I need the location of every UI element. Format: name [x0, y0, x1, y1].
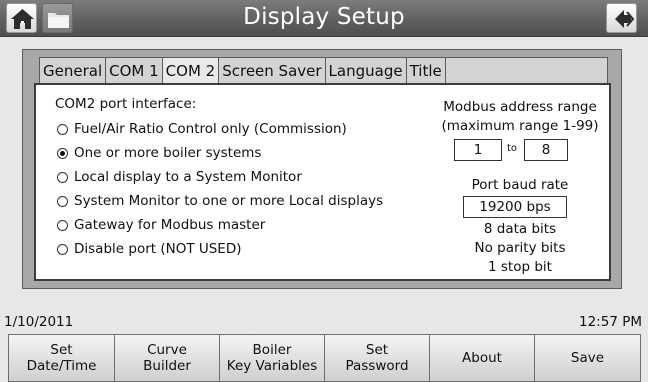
data-bits-text: 8 data bits [483, 221, 557, 237]
radio-label: System Monitor to one or more Local disp… [74, 193, 384, 209]
about-button[interactable]: About [429, 334, 535, 382]
tab-com1[interactable]: COM 1 [105, 57, 163, 84]
back-button[interactable] [606, 3, 637, 33]
radio-option-boiler-systems[interactable]: One or more boiler systems [57, 145, 261, 161]
baud-rate-field[interactable]: 19200 bps [463, 196, 567, 218]
radio-option-gateway[interactable]: Gateway for Modbus master [57, 217, 265, 233]
com2-section-label: COM2 port interface: [55, 96, 197, 112]
boiler-key-variables-button[interactable]: Boiler Key Variables [219, 334, 325, 382]
title-bar: Display Setup [0, 0, 648, 37]
radio-option-fuel-air[interactable]: Fuel/Air Ratio Control only (Commission) [57, 121, 347, 137]
bottom-button-bar: Set Date/Time Curve Builder Boiler Key V… [8, 334, 642, 382]
tab-title[interactable]: Title [405, 57, 446, 84]
tab-screen-saver[interactable]: Screen Saver [218, 57, 326, 84]
radio-button[interactable] [57, 243, 68, 255]
set-password-button[interactable]: Set Password [324, 334, 430, 382]
radio-button-selected[interactable] [57, 147, 68, 159]
set-date-time-button[interactable]: Set Date/Time [8, 334, 115, 382]
modbus-range-subtitle: (maximum range 1-99) [441, 118, 599, 134]
radio-label: One or more boiler systems [74, 145, 262, 161]
baud-rate-title: Port baud rate [471, 177, 569, 193]
tab-language[interactable]: Language [324, 57, 407, 84]
radio-option-system-monitor[interactable]: System Monitor to one or more Local disp… [57, 193, 383, 209]
com2-settings-content: COM2 port interface: Fuel/Air Ratio Cont… [34, 83, 611, 281]
radio-button[interactable] [57, 219, 68, 231]
tab-bar: General COM 1 COM 2 Screen Saver Languag… [39, 57, 608, 84]
radio-button[interactable] [57, 123, 68, 135]
page-title: Display Setup [243, 4, 405, 30]
back-arrow-icon [615, 10, 635, 28]
status-date: 1/10/2011 [4, 314, 74, 330]
stop-bit-text: 1 stop bit [488, 259, 552, 275]
settings-panel: General COM 1 COM 2 Screen Saver Languag… [22, 49, 622, 289]
status-time: 12:57 PM [579, 314, 642, 330]
radio-label: Gateway for Modbus master [74, 217, 266, 233]
tab-bar-filler [444, 57, 608, 84]
tab-general[interactable]: General [39, 57, 107, 84]
tab-com2[interactable]: COM 2 [161, 57, 220, 84]
modbus-from-field[interactable]: 1 [454, 139, 502, 161]
radio-option-disable-port[interactable]: Disable port (NOT USED) [57, 241, 242, 257]
radio-button[interactable] [57, 171, 68, 183]
modbus-to-field[interactable]: 8 [524, 139, 568, 161]
save-button[interactable]: Save [534, 334, 641, 382]
modbus-to-label: to [507, 143, 518, 154]
radio-option-local-display[interactable]: Local display to a System Monitor [57, 169, 302, 185]
modbus-range-title: Modbus address range [443, 99, 597, 115]
radio-label: Disable port (NOT USED) [74, 241, 242, 257]
curve-builder-button[interactable]: Curve Builder [114, 334, 220, 382]
parity-bits-text: No parity bits [474, 240, 566, 256]
radio-label: Fuel/Air Ratio Control only (Commission) [74, 121, 347, 137]
radio-label: Local display to a System Monitor [74, 169, 302, 185]
radio-button[interactable] [57, 195, 68, 207]
